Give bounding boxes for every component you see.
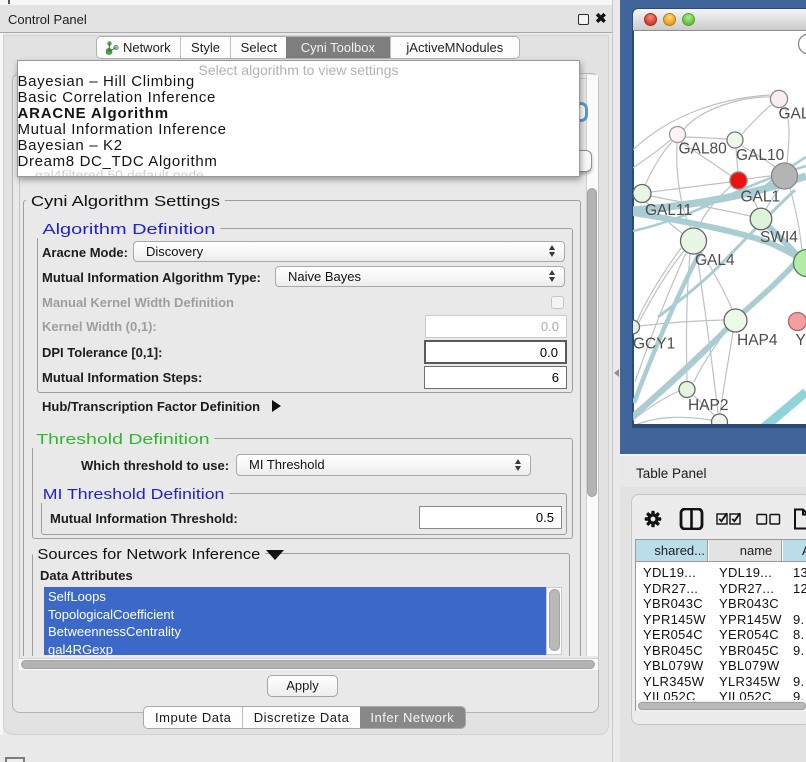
svg-text:GAL11: GAL11 (645, 202, 692, 219)
svg-text:SWI4: SWI4 (760, 229, 798, 246)
svg-text:GAL1: GAL1 (741, 189, 781, 206)
svg-text:YE: YE (796, 332, 806, 349)
svg-text:GAL80: GAL80 (679, 141, 728, 158)
svg-text:GAL2: GAL2 (779, 106, 806, 123)
svg-text:GCY1: GCY1 (633, 336, 675, 353)
svg-text:HAP4: HAP4 (737, 332, 778, 349)
svg-text:GAL10: GAL10 (736, 147, 785, 164)
svg-text:HAP2: HAP2 (688, 397, 729, 414)
svg-text:GAL4: GAL4 (695, 252, 735, 269)
